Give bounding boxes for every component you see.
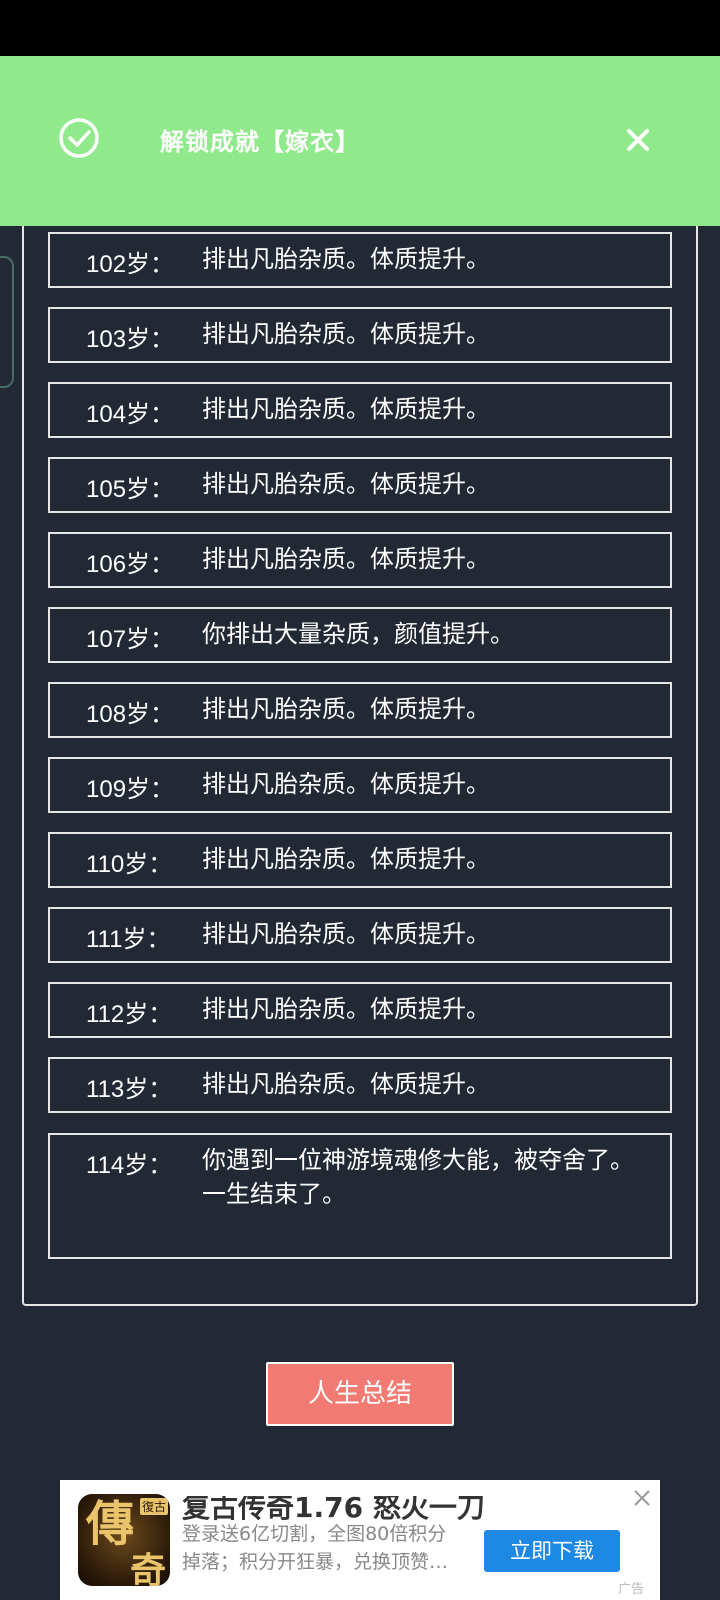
log-age: 104岁： [86, 401, 175, 428]
log-row: 109岁： 排出凡胎杂质。体质提升。 [48, 757, 672, 813]
ad-logo-char: 奇 [130, 1550, 167, 1586]
log-row: 102岁： 排出凡胎杂质。体质提升。 [48, 232, 672, 288]
ad-download-button[interactable]: 立即下载 [484, 1530, 620, 1572]
log-text: 排出凡胎杂质。体质提升。 [202, 692, 642, 726]
log-age: 105岁： [86, 476, 175, 503]
log-age: 111岁： [86, 926, 171, 953]
ad-description: 登录送6亿切割，全图80倍积分 掉落；积分开狂暴，兑换顶赞… [182, 1520, 464, 1578]
log-text-line: 排出凡胎杂质。体质提升。 [202, 320, 490, 348]
log-text: 排出凡胎杂质。体质提升。 [202, 1067, 642, 1101]
log-text: 排出凡胎杂质。体质提升。 [202, 467, 642, 501]
log-text-line: 排出凡胎杂质。体质提升。 [202, 470, 490, 498]
log-row: 108岁： 排出凡胎杂质。体质提升。 [48, 682, 672, 738]
log-text-line: 排出凡胎杂质。体质提升。 [202, 845, 490, 873]
ad-banner[interactable]: 傳 奇 復古 复古传奇1.76 怒火一刀 登录送6亿切割，全图80倍积分 掉落；… [60, 1480, 660, 1600]
log-text-line: 排出凡胎杂质。体质提升。 [202, 695, 490, 723]
side-drawer-handle[interactable] [0, 256, 14, 388]
log-row: 113岁： 排出凡胎杂质。体质提升。 [48, 1057, 672, 1113]
log-row: 105岁： 排出凡胎杂质。体质提升。 [48, 457, 672, 513]
log-row: 103岁： 排出凡胎杂质。体质提升。 [48, 307, 672, 363]
log-text: 排出凡胎杂质。体质提升。 [202, 767, 642, 801]
log-age: 114岁： [86, 1152, 173, 1179]
check-circle-icon [59, 118, 99, 158]
log-age: 110岁： [86, 851, 173, 878]
log-text-line: 你遇到一位神游境魂修大能，被夺舍了。 [202, 1146, 634, 1174]
toast-message: 解锁成就【嫁衣】 [160, 128, 360, 156]
log-text-line: 排出凡胎杂质。体质提升。 [202, 770, 490, 798]
ad-logo-tag: 復古 [140, 1498, 169, 1515]
log-age: 112岁： [86, 1001, 173, 1028]
log-row: 111岁： 排出凡胎杂质。体质提升。 [48, 907, 672, 963]
ad-app-logo[interactable]: 傳 奇 復古 [78, 1494, 170, 1586]
log-text-line: 排出凡胎杂质。体质提升。 [202, 995, 490, 1023]
status-bar [0, 0, 720, 56]
ad-close-icon[interactable] [632, 1488, 652, 1508]
log-text: 排出凡胎杂质。体质提升。 [202, 392, 642, 426]
log-text: 排出凡胎杂质。体质提升。 [202, 542, 642, 576]
log-row: 107岁： 你排出大量杂质，颜值提升。 [48, 607, 672, 663]
log-row: 110岁： 排出凡胎杂质。体质提升。 [48, 832, 672, 888]
close-icon[interactable] [618, 120, 658, 160]
log-text: 你排出大量杂质，颜值提升。 [202, 617, 642, 651]
log-text-line: 排出凡胎杂质。体质提升。 [202, 920, 490, 948]
log-text-line: 排出凡胎杂质。体质提升。 [202, 545, 490, 573]
log-text: 你遇到一位神游境魂修大能，被夺舍了。 一生结束了。 [202, 1143, 642, 1211]
ad-logo-char: 傳 [86, 1496, 135, 1552]
achievement-toast: 解锁成就【嫁衣】 [0, 56, 720, 226]
log-age: 108岁： [86, 701, 175, 728]
log-age: 106岁： [86, 551, 175, 578]
log-text-line: 你排出大量杂质，颜值提升。 [202, 620, 514, 648]
ad-desc-line: 掉落；积分开狂暴，兑换顶赞… [182, 1551, 449, 1573]
log-text: 排出凡胎杂质。体质提升。 [202, 842, 642, 876]
log-text: 排出凡胎杂质。体质提升。 [202, 992, 642, 1026]
log-row: 106岁： 排出凡胎杂质。体质提升。 [48, 532, 672, 588]
ad-desc-line: 登录送6亿切割，全图80倍积分 [182, 1523, 447, 1545]
log-text-line: 排出凡胎杂质。体质提升。 [202, 245, 490, 273]
log-age: 102岁： [86, 251, 175, 278]
log-text-line: 排出凡胎杂质。体质提升。 [202, 1070, 490, 1098]
log-text-line: 排出凡胎杂质。体质提升。 [202, 395, 490, 423]
log-age: 103岁： [86, 326, 175, 353]
log-age: 107岁： [86, 626, 175, 653]
log-row: 112岁： 排出凡胎杂质。体质提升。 [48, 982, 672, 1038]
log-age: 113岁： [86, 1076, 173, 1103]
life-summary-button[interactable]: 人生总结 [266, 1362, 454, 1426]
log-text-line: 一生结束了。 [202, 1180, 346, 1208]
log-row: 114岁： 你遇到一位神游境魂修大能，被夺舍了。 一生结束了。 [48, 1133, 672, 1259]
log-text: 排出凡胎杂质。体质提升。 [202, 317, 642, 351]
log-row: 104岁： 排出凡胎杂质。体质提升。 [48, 382, 672, 438]
log-text: 排出凡胎杂质。体质提升。 [202, 917, 642, 951]
log-text: 排出凡胎杂质。体质提升。 [202, 242, 642, 276]
ad-label: 广告 [618, 1582, 645, 1597]
log-age: 109岁： [86, 776, 175, 803]
